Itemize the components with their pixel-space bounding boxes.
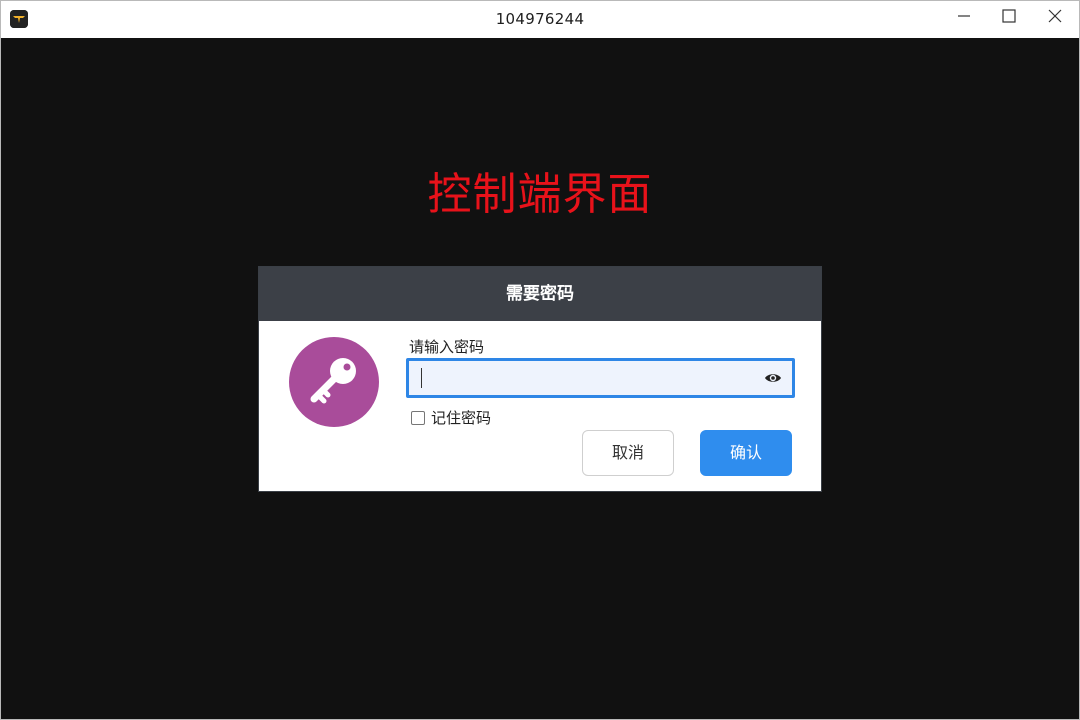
content-area: 控制端界面 需要密码 请输入密码 记住密码 取消 确认 <box>1 38 1079 719</box>
close-button[interactable] <box>1032 1 1078 31</box>
maximize-icon <box>1002 9 1016 23</box>
password-dialog: 需要密码 请输入密码 记住密码 取消 确认 <box>258 266 822 492</box>
close-icon <box>1048 9 1062 23</box>
password-label: 请输入密码 <box>409 338 485 356</box>
confirm-button[interactable]: 确认 <box>700 430 792 476</box>
minimize-icon <box>958 15 970 17</box>
remember-label: 记住密码 <box>431 409 492 427</box>
key-avatar <box>289 337 379 427</box>
dialog-title: 需要密码 <box>259 267 821 321</box>
cancel-button[interactable]: 取消 <box>582 430 674 476</box>
minimize-button[interactable] <box>941 1 987 31</box>
password-field[interactable] <box>406 358 795 398</box>
maximize-button[interactable] <box>986 1 1032 31</box>
password-input[interactable] <box>417 365 747 391</box>
page-heading: 控制端界面 <box>427 169 653 220</box>
remember-password[interactable]: 记住密码 <box>411 407 491 428</box>
title-bar[interactable]: 104976244 <box>1 1 1079 38</box>
eye-icon[interactable] <box>764 371 782 385</box>
app-window: 104976244 控制端界面 需要密码 请输入密码 记住密码 取消 确认 <box>0 0 1080 720</box>
text-caret <box>421 368 422 388</box>
remember-checkbox[interactable] <box>411 410 425 425</box>
window-title: 104976244 <box>495 10 585 28</box>
key-icon <box>310 358 356 404</box>
